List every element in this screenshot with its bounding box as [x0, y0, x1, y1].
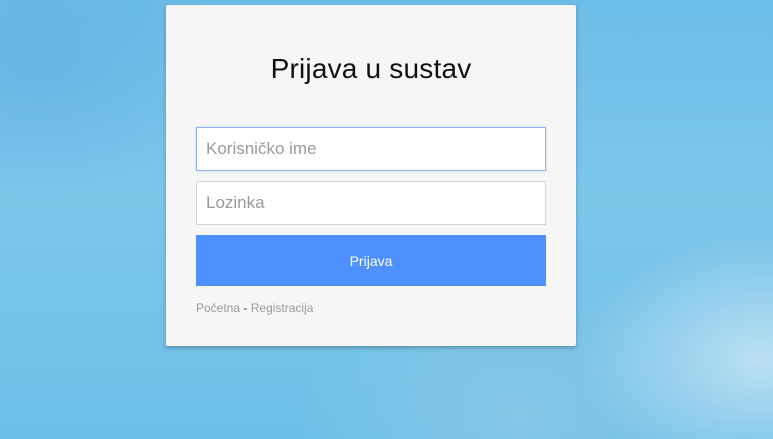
login-button[interactable]: Prijava: [196, 235, 546, 286]
footer-links: Početna - Registracija: [196, 301, 313, 315]
home-link[interactable]: Početna: [196, 301, 240, 315]
login-title: Prijava u sustav: [270, 53, 472, 84]
login-card: Prijava u sustav Prijava Početna - Regis…: [166, 5, 576, 346]
link-separator: -: [243, 301, 248, 315]
register-link[interactable]: Registracija: [251, 301, 314, 315]
username-input[interactable]: [196, 127, 546, 171]
password-input[interactable]: [196, 181, 546, 225]
